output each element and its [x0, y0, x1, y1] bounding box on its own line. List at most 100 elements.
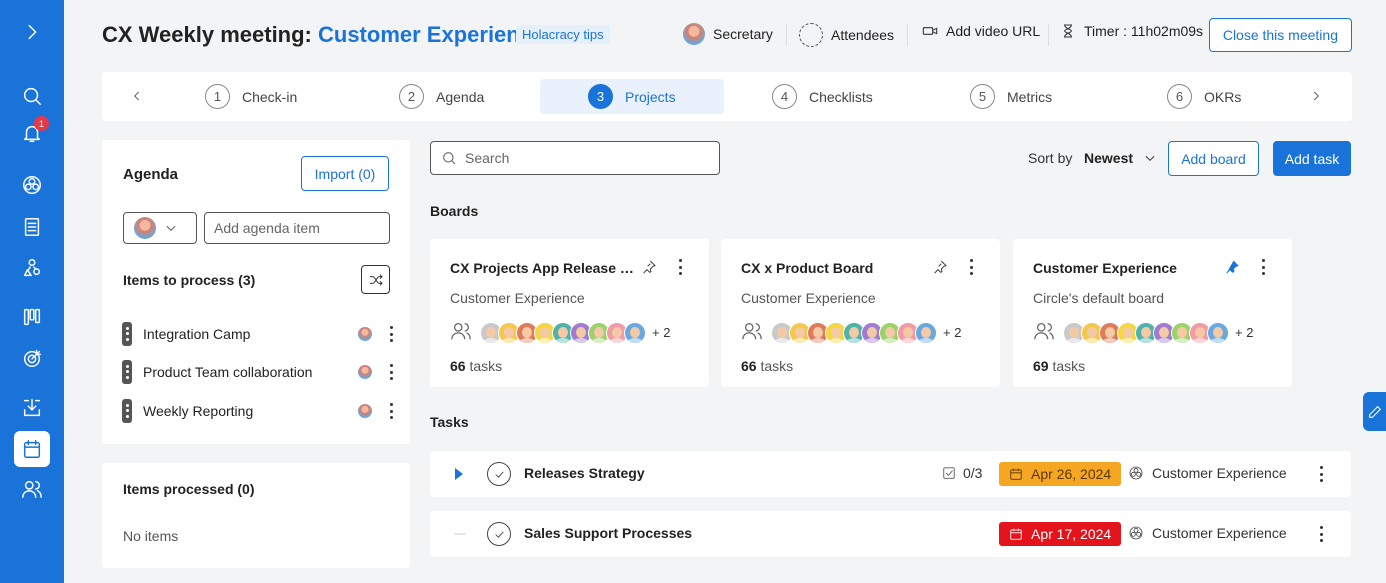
- step-okrs[interactable]: 6 OKRs: [1167, 79, 1241, 114]
- sort-label: Sort by: [1028, 150, 1073, 166]
- edit-icon: [1368, 405, 1381, 418]
- holacracy-tips-link[interactable]: Holacracy tips: [516, 25, 610, 44]
- circle-icon: [1129, 466, 1143, 480]
- attendees-button[interactable]: Attendees: [799, 23, 894, 47]
- more-options-icon[interactable]: [1318, 466, 1324, 482]
- page-title: CX Weekly meeting: Customer Experience: [102, 22, 544, 48]
- checkbox-icon: [943, 467, 955, 479]
- next-step-arrow-icon[interactable]: [1306, 86, 1326, 106]
- step-projects[interactable]: 3 Projects: [540, 79, 724, 114]
- step-number: 3: [588, 84, 613, 109]
- add-video-url-button[interactable]: Add video URL: [922, 23, 1040, 39]
- members-icon: [741, 320, 763, 345]
- more-options-icon[interactable]: [388, 364, 394, 380]
- task-count-label: tasks: [465, 358, 503, 374]
- add-task-button[interactable]: Add task: [1273, 141, 1351, 176]
- close-meeting-button[interactable]: Close this meeting: [1208, 18, 1352, 52]
- feedback-tab[interactable]: [1363, 392, 1386, 431]
- bell-icon[interactable]: 1: [14, 115, 50, 151]
- document-icon[interactable]: [14, 209, 50, 245]
- more-members-count: + 2: [652, 325, 671, 340]
- more-options-icon[interactable]: [677, 259, 683, 275]
- secretary-button[interactable]: Secretary: [683, 23, 773, 45]
- task-name[interactable]: Sales Support Processes: [524, 525, 692, 541]
- expand-icon[interactable]: [14, 14, 50, 50]
- board-circle: Customer Experience: [741, 290, 876, 306]
- more-options-icon[interactable]: [1260, 259, 1266, 275]
- calendar-icon: [1010, 528, 1022, 540]
- search-input[interactable]: [465, 150, 705, 166]
- more-options-icon[interactable]: [1318, 526, 1324, 542]
- due-date-badge[interactable]: Apr 17, 2024: [999, 522, 1122, 546]
- step-agenda[interactable]: 2 Agenda: [399, 79, 484, 114]
- complete-task-checkbox[interactable]: [487, 462, 511, 486]
- task-row[interactable]: Sales Support Processes Apr 17, 2024 Cus…: [430, 511, 1351, 557]
- agenda-item[interactable]: Product Team collaboration: [122, 360, 394, 384]
- member-avatars: [1063, 321, 1229, 344]
- agenda-item[interactable]: Integration Camp: [122, 322, 394, 346]
- calendar-icon[interactable]: [14, 431, 50, 467]
- step-label: Agenda: [436, 88, 485, 105]
- task-count: 69 tasks: [1033, 358, 1085, 374]
- target-icon[interactable]: [14, 340, 50, 376]
- pinned-icon[interactable]: [1224, 259, 1240, 275]
- expand-arrow-icon[interactable]: [454, 466, 464, 482]
- title-circle-link[interactable]: Customer Experience: [318, 22, 544, 47]
- previous-step-arrow-icon[interactable]: [127, 86, 147, 106]
- more-options-icon[interactable]: [968, 259, 974, 275]
- due-date-badge[interactable]: Apr 26, 2024: [999, 462, 1122, 486]
- import-button[interactable]: Import (0): [301, 156, 389, 191]
- task-circle[interactable]: Customer Experience: [1128, 465, 1287, 481]
- shuffle-button[interactable]: [361, 265, 390, 294]
- empty-avatar-icon: [799, 23, 823, 47]
- board-card[interactable]: CX x Product Board Customer Experience +…: [721, 239, 1000, 387]
- divider: [1048, 24, 1049, 46]
- circles-icon[interactable]: [14, 167, 50, 203]
- more-members-count: + 2: [1235, 325, 1254, 340]
- drag-handle-icon[interactable]: [122, 322, 132, 346]
- shuffle-icon: [369, 273, 383, 286]
- drag-handle-icon[interactable]: [122, 399, 132, 423]
- agenda-panel: Agenda Import (0) Items to process (3) I…: [102, 140, 410, 444]
- search-box[interactable]: [430, 141, 720, 175]
- complete-task-checkbox[interactable]: [487, 522, 511, 546]
- board-name: CX x Product Board: [741, 260, 874, 276]
- items-processed-heading: Items processed (0): [123, 481, 255, 497]
- no-subtasks-indicator: [454, 533, 466, 535]
- empty-state-text: No items: [123, 528, 179, 544]
- agenda-owner-select[interactable]: [123, 212, 197, 244]
- add-video-url-label: Add video URL: [946, 23, 1041, 39]
- sort-select[interactable]: Newest: [1084, 150, 1157, 166]
- pin-icon[interactable]: [641, 259, 657, 275]
- step-check-in[interactable]: 1 Check-in: [205, 79, 297, 114]
- pin-icon[interactable]: [932, 259, 948, 275]
- board-card[interactable]: CX Projects App Release Board Customer E…: [430, 239, 709, 387]
- member-avatars: [771, 321, 937, 344]
- task-count: 66 tasks: [741, 358, 793, 374]
- add-agenda-item-input[interactable]: [204, 212, 390, 244]
- more-options-icon[interactable]: [388, 326, 394, 342]
- task-count-label: tasks: [756, 358, 794, 374]
- agenda-item-label: Product Team collaboration: [143, 364, 313, 380]
- tasks-heading: Tasks: [430, 414, 469, 430]
- step-metrics[interactable]: 5 Metrics: [970, 79, 1052, 114]
- step-checklists[interactable]: 4 Checklists: [772, 79, 873, 114]
- roles-icon[interactable]: [14, 250, 50, 286]
- board-card[interactable]: Customer Experience Circle's default boa…: [1013, 239, 1292, 387]
- task-row[interactable]: Releases Strategy 0/3 Apr 26, 2024 Custo…: [430, 451, 1351, 497]
- divider: [907, 24, 908, 46]
- board-icon[interactable]: [14, 299, 50, 335]
- timer: Timer : 11h02m09s: [1060, 23, 1203, 39]
- subtask-count: 0/3: [963, 465, 983, 481]
- member-avatar: [624, 321, 646, 344]
- task-circle[interactable]: Customer Experience: [1128, 525, 1287, 541]
- agenda-item[interactable]: Weekly Reporting: [122, 399, 394, 423]
- add-board-button[interactable]: Add board: [1168, 141, 1259, 176]
- more-options-icon[interactable]: [388, 403, 394, 419]
- drag-handle-icon[interactable]: [122, 360, 132, 384]
- people-icon[interactable]: [14, 471, 50, 507]
- inbox-icon[interactable]: [14, 390, 50, 426]
- step-number: 5: [970, 84, 995, 109]
- search-icon[interactable]: [14, 78, 50, 114]
- task-name[interactable]: Releases Strategy: [524, 465, 645, 481]
